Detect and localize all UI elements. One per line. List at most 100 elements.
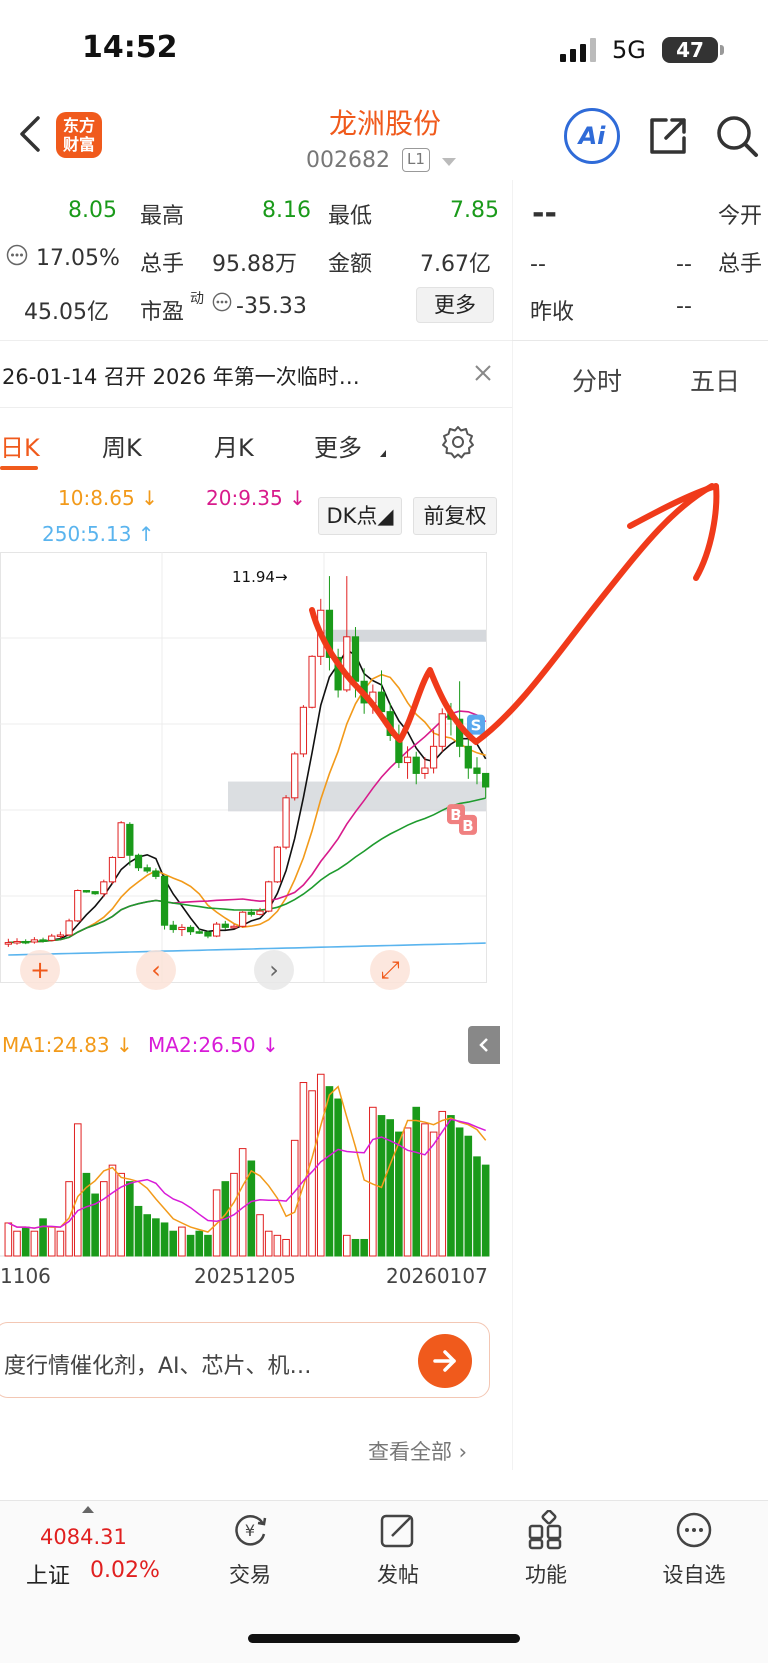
volume-bar [56, 1230, 65, 1257]
hand-drawn-arrow [309, 483, 720, 745]
volume-bar [464, 1135, 473, 1257]
candle [143, 867, 151, 872]
expand-icon[interactable]: ⤢ [370, 950, 410, 990]
chevron-down-icon[interactable] [442, 158, 456, 166]
trade-icon[interactable]: ¥ [230, 1510, 270, 1550]
volume-bar [256, 1214, 264, 1257]
volume-bar [178, 1226, 186, 1257]
tab-week-k[interactable]: 周K [102, 428, 142, 463]
volume-bar [204, 1234, 212, 1257]
ai-button[interactable]: Ai [564, 108, 620, 164]
candle [56, 934, 65, 937]
volume-bar [421, 1123, 429, 1257]
tab-intraday[interactable]: 分时 [572, 362, 622, 398]
battery-tip [720, 45, 724, 55]
quote-pe-sup: 动 [190, 291, 204, 307]
quote-high-value: 8.16 [262, 198, 311, 223]
nav-post[interactable]: 发帖 [348, 1559, 448, 1589]
volume-bar [429, 1131, 438, 1257]
ma20-value: 20:9.35 [206, 486, 283, 510]
home-indicator [248, 1634, 520, 1643]
collapse-panel-button[interactable] [468, 1026, 500, 1064]
candle [265, 881, 273, 912]
back-icon[interactable] [16, 112, 46, 156]
tab-five-day[interactable]: 五日 [690, 362, 740, 398]
nav-functions[interactable]: 功能 [496, 1559, 596, 1589]
right-volume-label: 总手 [718, 252, 763, 277]
volume-bar [299, 1082, 308, 1257]
right-row2-a: -- [530, 252, 546, 277]
candle [152, 870, 160, 877]
info-dots-icon[interactable] [212, 292, 232, 312]
gear-icon[interactable] [440, 424, 476, 460]
view-all-link[interactable]: 查看全部 › [368, 1436, 467, 1466]
right-open-label: 今开 [718, 204, 763, 229]
arrow-right-icon [433, 1350, 456, 1372]
volume-bar [238, 1148, 247, 1257]
volume-bar [412, 1106, 421, 1257]
candle [195, 931, 203, 934]
more-button[interactable]: 更多 [416, 287, 494, 323]
high-price-label: 11.94→ [232, 568, 288, 586]
notice-text[interactable]: 26-01-14 召开 2026 年第一次临时… [2, 361, 360, 391]
index-value[interactable]: 4084.31 [40, 1525, 127, 1549]
volume-ma2-value: MA2:26.50 [148, 1033, 256, 1057]
level-badge: L1 [402, 148, 430, 172]
more-dots-icon[interactable] [6, 244, 28, 266]
volume-bar [334, 1098, 342, 1257]
index-change[interactable]: 0.02% [90, 1558, 160, 1583]
chevron-left-icon[interactable]: ‹ [136, 950, 176, 990]
volume-bar [21, 1226, 30, 1257]
right-prev-close-label: 昨收 [530, 300, 575, 325]
candle [117, 822, 125, 858]
tab-day-k[interactable]: 日K [0, 428, 40, 463]
ma10-value: 10:8.65 [58, 486, 135, 510]
send-button[interactable] [418, 1334, 472, 1388]
more-circle-icon[interactable] [674, 1510, 714, 1550]
quote-high-label: 最高 [140, 204, 185, 229]
volume-bar [195, 1230, 204, 1257]
volume-bar [473, 1156, 481, 1257]
zoom-in-icon[interactable]: + [20, 950, 60, 990]
stock-code[interactable]: 002682 [306, 148, 390, 173]
volume-bar [143, 1214, 151, 1257]
share-icon[interactable] [646, 114, 690, 158]
volume-bar [73, 1123, 82, 1257]
quote-pe-label: 市盈 [140, 300, 185, 325]
ma20-legend: 20:9.35 ↓ [206, 486, 306, 510]
close-icon[interactable] [472, 362, 494, 384]
candle [213, 923, 221, 937]
candle [91, 891, 99, 895]
grid-icon[interactable] [526, 1510, 566, 1550]
candle [108, 856, 117, 883]
chevron-right-icon[interactable]: › [254, 950, 294, 990]
candle [256, 910, 264, 915]
volume-bar [160, 1222, 169, 1257]
candle [160, 875, 169, 926]
volume-ma2-legend: MA2:26.50 ↓ [148, 1033, 279, 1057]
volume-bar [134, 1205, 143, 1257]
volume-bar [152, 1218, 160, 1257]
quote-volume-value: 95.88万 [212, 252, 297, 277]
nav-trade[interactable]: 交易 [200, 1559, 300, 1589]
quote-amount-label: 金额 [328, 252, 373, 277]
volume-bar [325, 1086, 334, 1257]
candle [169, 924, 177, 931]
status-time: 14:52 [82, 30, 178, 65]
candle [74, 890, 82, 922]
ai-input-text[interactable]: 度行情催化剂，AI、芯片、机… [4, 1348, 312, 1380]
volume-bar [186, 1234, 195, 1257]
index-name[interactable]: 上证 [26, 1558, 70, 1590]
nav-add-watchlist[interactable]: 设自选 [644, 1559, 744, 1589]
candle [22, 940, 30, 944]
tab-more[interactable]: 更多 [314, 428, 362, 463]
svg-text:¥: ¥ [245, 1521, 255, 1540]
volume-bar [30, 1230, 39, 1257]
search-icon[interactable] [712, 112, 760, 160]
post-icon[interactable] [378, 1510, 418, 1550]
tab-month-k[interactable]: 月K [214, 428, 254, 463]
ma250-value: 250:5.13 [42, 522, 132, 546]
volume-bar [47, 1226, 56, 1257]
app-logo[interactable]: 东方财富 [56, 112, 102, 158]
candle [204, 931, 212, 937]
